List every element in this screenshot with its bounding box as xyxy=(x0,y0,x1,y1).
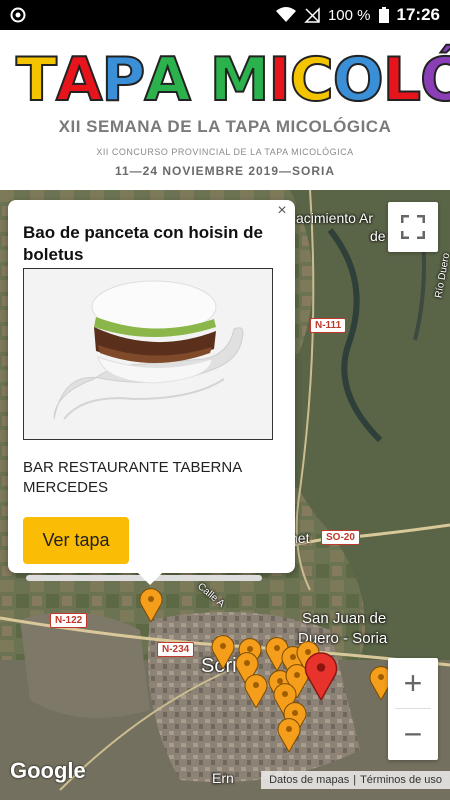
place-label-ern: Ern xyxy=(212,770,234,786)
zoom-out-button[interactable]: − xyxy=(388,709,438,759)
logo-letter: T xyxy=(15,44,58,116)
banner-subtitle: XII SEMANA DE LA TAPA MICOLÓGICA xyxy=(58,117,392,136)
selected-location-pin[interactable] xyxy=(304,652,338,700)
place-label-san-juan: San Juan de xyxy=(302,610,387,627)
view-tapa-button[interactable]: Ver tapa xyxy=(23,517,129,564)
logo-letter: P xyxy=(100,44,146,116)
fullscreen-icon xyxy=(401,215,425,239)
zoom-controls: + − xyxy=(388,658,438,760)
battery-percent: 100 % xyxy=(327,6,371,24)
event-banner: TAPA MICOLÓGICA XII SEMANA DE LA TAPA MI… xyxy=(0,30,450,190)
place-label-yacimiento: acimiento Ar xyxy=(296,210,374,226)
banner-dates: 11—24 NOVIEMBRE 2019—SORIA xyxy=(114,164,336,178)
logo-letter: A xyxy=(55,44,103,116)
fullscreen-button[interactable] xyxy=(388,202,438,252)
map[interactable]: N-111 SO-20 N-122 N-234 acimiento Ar de … xyxy=(0,190,450,800)
map-footer: Datos de mapas | Términos de uso xyxy=(261,771,450,789)
tapa-location-pin[interactable] xyxy=(277,718,301,752)
tapa-location-pin[interactable] xyxy=(139,588,163,622)
logo-letter: L xyxy=(382,44,422,116)
close-icon[interactable]: × xyxy=(273,202,291,220)
info-window-pointer xyxy=(138,573,162,585)
road-label-so20: SO-20 xyxy=(321,530,360,545)
logo-letter: C xyxy=(289,44,335,116)
no-signal-icon xyxy=(304,7,320,23)
terms-link[interactable]: Términos de uso xyxy=(360,774,442,786)
logo-letter xyxy=(190,40,210,120)
logo-title: TAPA MICOLÓGICA xyxy=(15,40,450,120)
logo-letter: M xyxy=(209,44,271,116)
logo-letter: A xyxy=(143,44,191,116)
tapa-info-window: × Bao de panceta con hoisin de boletus B… xyxy=(8,200,295,581)
venue-name: BAR RESTAURANTE TABERNA MERCEDES xyxy=(23,459,242,496)
road-label-n111: N-111 xyxy=(310,318,347,333)
clock: 17:26 xyxy=(396,5,440,24)
logo-letter: Ó xyxy=(419,44,450,116)
tapa-title: Bao de panceta con hoisin de boletus xyxy=(23,223,263,264)
bao-bun-image xyxy=(24,269,272,439)
battery-icon xyxy=(378,7,389,23)
place-label-de: de xyxy=(370,228,386,244)
status-bar: 100 % 17:26 xyxy=(0,0,450,30)
zoom-in-button[interactable]: + xyxy=(388,658,438,708)
google-logo: Google xyxy=(10,758,86,783)
logo-letter: O xyxy=(332,44,385,116)
footer-separator: | xyxy=(353,774,357,786)
logo-letter: I xyxy=(267,44,291,116)
banner-contest: XII CONCURSO PROVINCIAL DE LA TAPA MICOL… xyxy=(96,147,354,157)
tapa-photo xyxy=(23,268,273,440)
notification-icon xyxy=(10,7,26,23)
road-label-n122: N-122 xyxy=(50,613,88,628)
tapa-location-pin[interactable] xyxy=(211,635,235,669)
tapa-location-pin[interactable] xyxy=(244,674,268,708)
road-label-n234: N-234 xyxy=(157,642,195,657)
wifi-icon xyxy=(275,7,296,22)
map-data-link[interactable]: Datos de mapas xyxy=(269,774,349,786)
